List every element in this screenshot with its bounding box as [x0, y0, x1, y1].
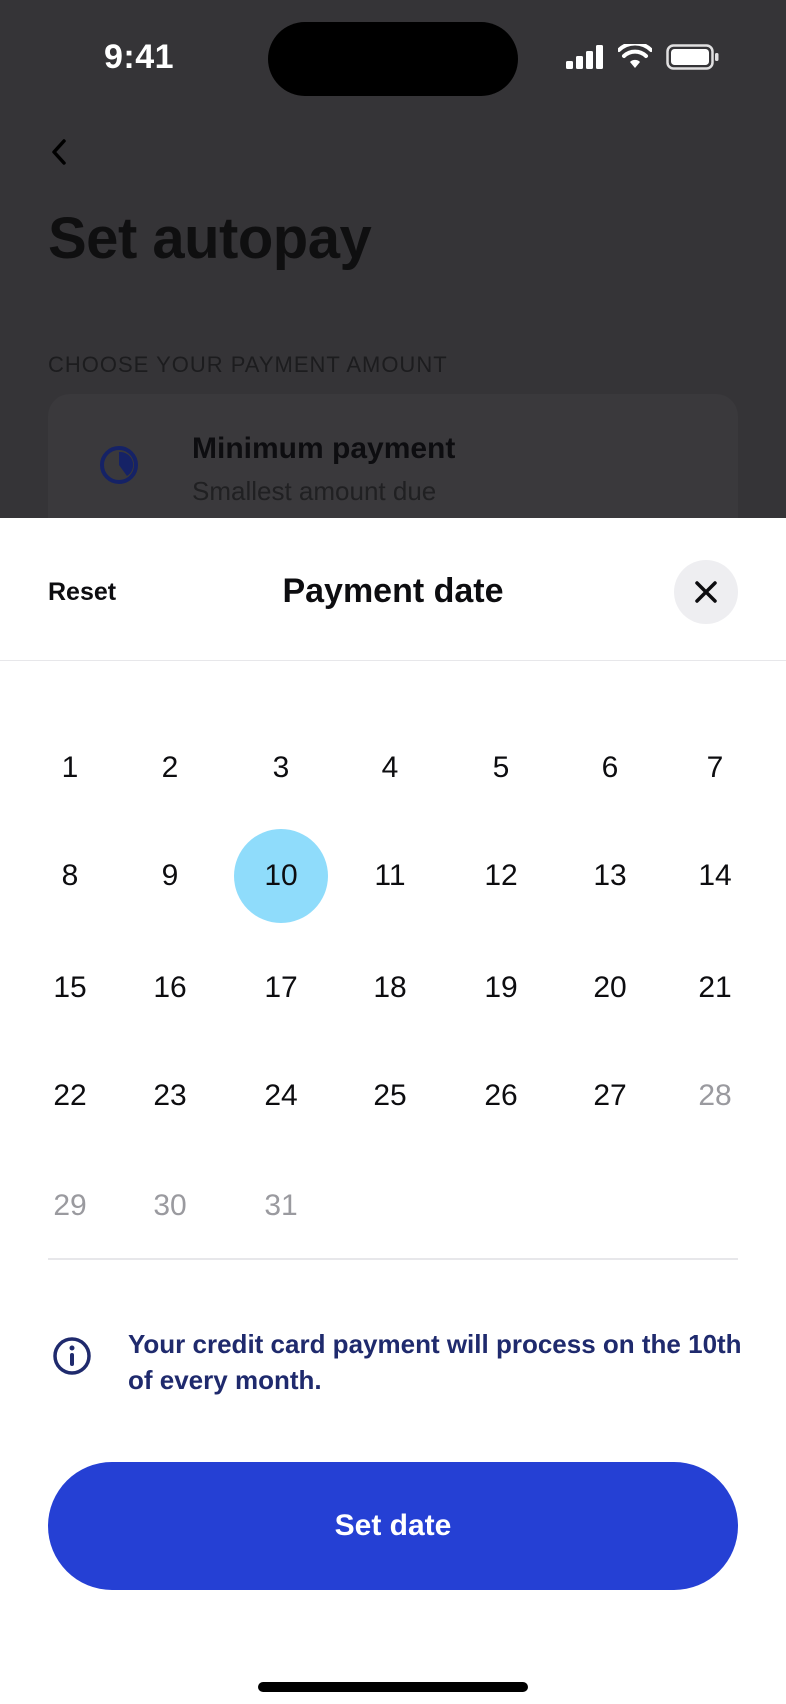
calendar-day[interactable]: 9: [123, 829, 217, 923]
calendar-day[interactable]: 2: [123, 721, 217, 815]
calendar-day[interactable]: 26: [454, 1049, 548, 1143]
home-indicator: [258, 1682, 528, 1692]
info-text: Your credit card payment will process on…: [128, 1329, 742, 1395]
payment-date-sheet: Reset Payment date 1 2 3 4 5 6 7 8 9 10 11 12 13 14 15…: [0, 518, 786, 1704]
back-button[interactable]: [40, 130, 80, 174]
dynamic-island: [268, 22, 518, 96]
calendar-day[interactable]: 6: [563, 721, 657, 815]
set-date-button[interactable]: Set date: [48, 1462, 738, 1590]
calendar-day[interactable]: 25: [343, 1049, 437, 1143]
status-time: 9:41: [104, 38, 175, 76]
calendar-day[interactable]: 19: [454, 941, 548, 1035]
calendar-day[interactable]: 17: [234, 941, 328, 1035]
divider: [48, 1258, 738, 1260]
sheet-header: Reset Payment date: [0, 518, 786, 661]
calendar-day[interactable]: 4: [343, 721, 437, 815]
calendar-day[interactable]: 13: [563, 829, 657, 923]
calendar-day[interactable]: 14: [668, 829, 762, 923]
calendar-day[interactable]: 21: [668, 941, 762, 1035]
calendar-day[interactable]: 15: [23, 941, 117, 1035]
calendar-day[interactable]: 11: [343, 829, 437, 923]
calendar-day-selected[interactable]: 10: [234, 829, 328, 923]
calendar-day[interactable]: 8: [23, 829, 117, 923]
calendar-day: 31: [264, 1189, 298, 1222]
info-icon: [53, 1337, 91, 1375]
wifi-icon: [618, 44, 652, 68]
calendar-day[interactable]: 16: [123, 941, 217, 1035]
calendar-day[interactable]: 1: [23, 721, 117, 815]
clock-icon: [100, 446, 138, 484]
background-screen: 9:41 Set autopay CHOOSE YOUR PAYMENT AMO…: [0, 0, 786, 554]
close-button[interactable]: [674, 560, 738, 624]
calendar-day[interactable]: 5: [454, 721, 548, 815]
calendar-day[interactable]: 24: [234, 1049, 328, 1143]
option-subtitle: Smallest amount due: [192, 476, 437, 506]
cellular-signal-icon: [566, 45, 603, 69]
calendar-day: 29: [53, 1189, 87, 1222]
section-label: CHOOSE YOUR PAYMENT AMOUNT: [48, 352, 448, 377]
calendar-day[interactable]: 18: [343, 941, 437, 1035]
calendar-day[interactable]: 3: [234, 721, 328, 815]
calendar-day[interactable]: 7: [668, 721, 762, 815]
calendar-day[interactable]: 20: [563, 941, 657, 1035]
status-icons: [566, 44, 720, 70]
option-title: Minimum payment: [192, 432, 456, 465]
page-title: Set autopay: [48, 206, 372, 271]
calendar-day[interactable]: 12: [454, 829, 548, 923]
calendar-day[interactable]: 27: [563, 1049, 657, 1143]
calendar-grid: 1 2 3 4 5 6 7 8 9 10 11 12 13 14 15 16 17 18 19 20 21 22 23 24 2…: [0, 660, 786, 1258]
calendar-day[interactable]: 22: [23, 1049, 117, 1143]
calendar-day: 30: [153, 1189, 187, 1222]
calendar-day: 28: [698, 1079, 732, 1112]
calendar-day[interactable]: 23: [123, 1049, 217, 1143]
chevron-left-icon: [52, 139, 66, 165]
battery-icon: [666, 44, 719, 70]
sheet-title: Payment date: [282, 572, 504, 610]
close-icon: [695, 581, 717, 603]
